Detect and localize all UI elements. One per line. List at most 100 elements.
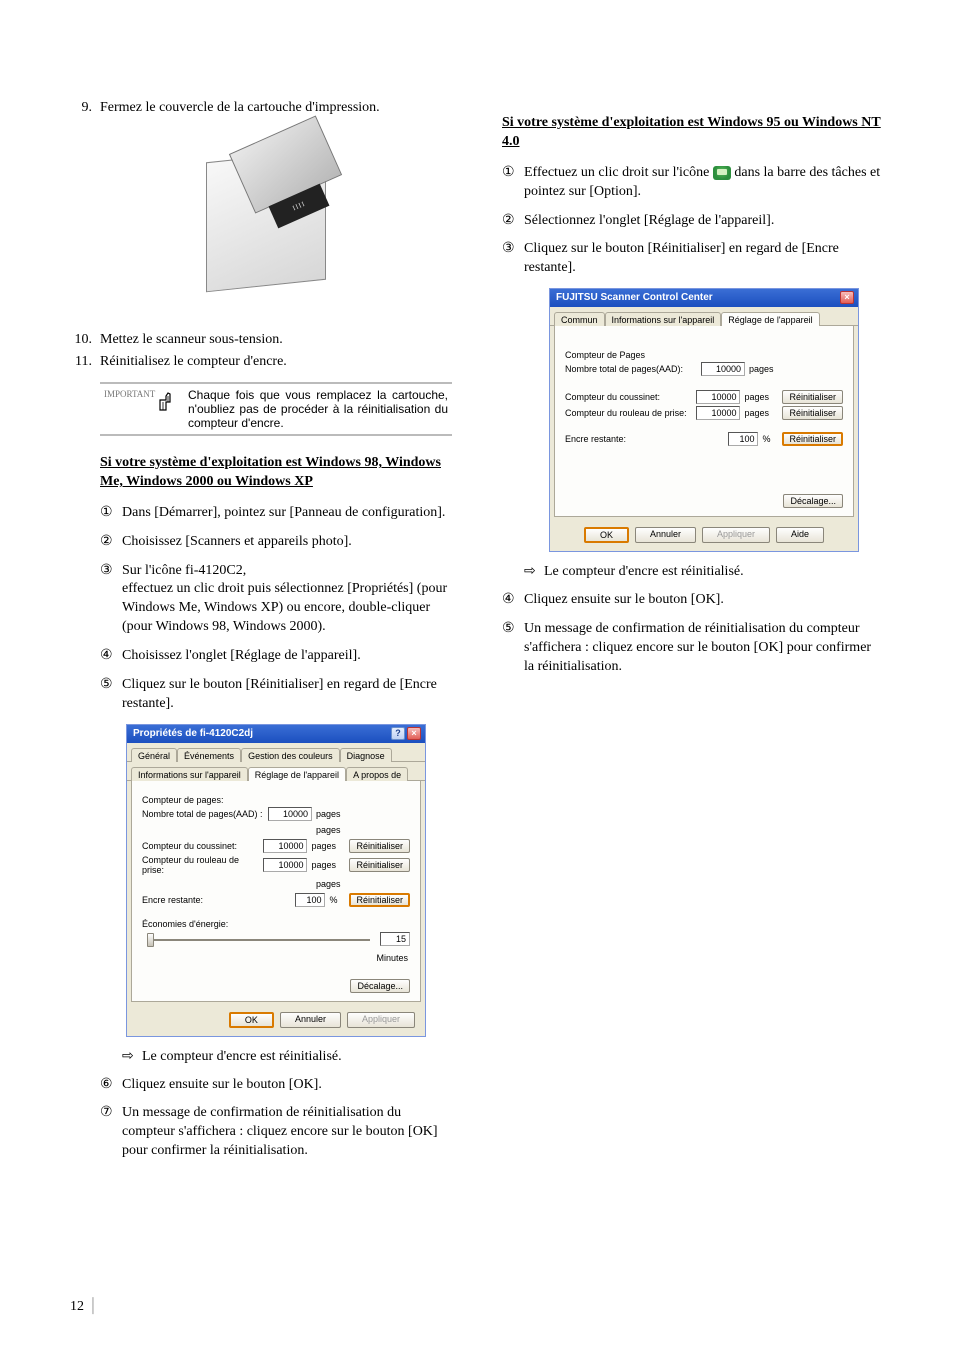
circled-text: Choisissez [Scanners et appareils photo]… (122, 533, 452, 552)
tab-device-settings[interactable]: Réglage de l'appareil (248, 767, 346, 781)
row-label: Compteur du coussinet: (565, 392, 692, 402)
tab-about[interactable]: A propos de (346, 767, 408, 781)
tab-diagnose[interactable]: Diagnose (340, 748, 392, 762)
result-text: Le compteur d'encre est réinitialisé. (544, 564, 744, 581)
circled-marker: ⑤ (100, 676, 122, 714)
pad-counter-row: Compteur du coussinet: 10000 pages Réini… (142, 839, 410, 853)
os-heading-win98: Si votre système d'exploitation est Wind… (100, 454, 452, 492)
tab-events[interactable]: Événements (177, 748, 241, 762)
properties-dialog: Propriétés de fi-4120C2dj ? × Général Év… (126, 724, 426, 1037)
pickroller-value: 10000 (263, 858, 307, 872)
step-number: 11. (70, 354, 100, 370)
cancel-button[interactable]: Annuler (280, 1012, 341, 1028)
circled-marker: ② (502, 212, 524, 231)
offset-button[interactable]: Décalage... (783, 494, 843, 508)
titlebar: Propriétés de fi-4120C2dj ? × (127, 725, 425, 743)
scanner-illustration: IIII (70, 126, 452, 316)
circled-marker: ⑦ (100, 1104, 122, 1161)
energy-slider[interactable]: 15 (142, 931, 410, 949)
result-text: Le compteur d'encre est réinitialisé. (142, 1049, 342, 1066)
result-line: ⇨ Le compteur d'encre est réinitialisé. (524, 564, 884, 581)
unit-label: pages (311, 841, 345, 851)
close-window-button[interactable]: × (840, 291, 854, 304)
unit-label: % (762, 434, 778, 444)
help-window-button[interactable]: ? (391, 727, 405, 740)
tab-general[interactable]: Général (131, 748, 177, 762)
unit-label: pages (744, 392, 778, 402)
circled-text: Choisissez l'onglet [Réglage de l'appare… (122, 647, 452, 666)
reset-pad-button[interactable]: Réinitialiser (349, 839, 410, 853)
circled-marker: ⑥ (100, 1076, 122, 1095)
circled-step-5: ⑤ Cliquez sur le bouton [Réinitialiser] … (100, 676, 452, 714)
total-pages-row: Nombre total de pages(AAD) : 10000 pages (142, 807, 410, 821)
circled-text: Sur l'icône fi-4120C2, effectuez un clic… (122, 562, 452, 638)
row-label: Compteur du rouleau de prise: (142, 855, 259, 875)
ok-button[interactable]: OK (229, 1012, 274, 1028)
reset-ink-button[interactable]: Réinitialiser (349, 893, 410, 907)
win98-steps-continued: ⑥ Cliquez ensuite sur le bouton [OK]. ⑦ … (70, 1076, 452, 1162)
tab-device-info[interactable]: Informations sur l'appareil (605, 312, 722, 326)
pointing-hand-icon (157, 388, 187, 414)
circled-text: Dans [Démarrer], pointez sur [Panneau de… (122, 504, 452, 523)
tab-row-2: Informations sur l'appareil Réglage de l… (127, 762, 425, 781)
step-text: Mettez le scanneur sous-tension. (100, 332, 452, 348)
ink-remaining-row: Encre restante: 100 % Réinitialiser (565, 432, 843, 446)
text-pre: Effectuez un clic droit sur l'icône (524, 165, 713, 180)
circled-text: Cliquez sur le bouton [Réinitialiser] en… (122, 676, 452, 714)
pages-counter-group-label: Compteur de pages: (142, 795, 410, 805)
reset-pickroller-button[interactable]: Réinitialiser (782, 406, 843, 420)
page-number-separator: │ (88, 1299, 98, 1314)
apply-button: Appliquer (702, 527, 770, 543)
win98-steps: ① Dans [Démarrer], pointez sur [Panneau … (70, 504, 452, 714)
circled-text: Cliquez ensuite sur le bouton [OK]. (524, 591, 884, 610)
control-center-dialog: FUJITSU Scanner Control Center × Commun … (549, 288, 859, 552)
pad-value: 10000 (696, 390, 740, 404)
tab-device-settings[interactable]: Réglage de l'appareil (721, 312, 819, 326)
ordered-steps: 9. Fermez le couvercle de la cartouche d… (70, 100, 452, 116)
close-window-button[interactable]: × (407, 727, 421, 740)
reset-pickroller-button[interactable]: Réinitialiser (349, 858, 410, 872)
step-text: Fermez le couvercle de la cartouche d'im… (100, 100, 452, 116)
tab-common[interactable]: Commun (554, 312, 605, 326)
unit-label: % (329, 895, 345, 905)
tab-device-info[interactable]: Informations sur l'appareil (131, 767, 248, 781)
important-text: Chaque fois que vous remplacez la cartou… (188, 388, 448, 430)
step-9: 9. Fermez le couvercle de la cartouche d… (70, 100, 452, 116)
cancel-button[interactable]: Annuler (635, 527, 696, 543)
tab-panel: Compteur de Pages Nombre total de pages(… (554, 326, 854, 517)
pad-value: 10000 (263, 839, 307, 853)
circled-step-1: ① Effectuez un clic droit sur l'icône da… (502, 164, 884, 202)
pick-roller-row: Compteur du rouleau de prise: 10000 page… (565, 406, 843, 420)
row-label: Encre restante: (565, 434, 724, 444)
reset-pad-button[interactable]: Réinitialiser (782, 390, 843, 404)
empty-row: pages (142, 823, 410, 837)
ok-button[interactable]: OK (584, 527, 629, 543)
reset-ink-button[interactable]: Réinitialiser (782, 432, 843, 446)
tab-row-1: Général Événements Gestion des couleurs … (127, 743, 425, 762)
slider-unit: Minutes (142, 953, 410, 963)
dialog-title: Propriétés de fi-4120C2dj (133, 728, 253, 739)
empty-row-2: pages (142, 877, 410, 891)
important-note: IMPORTANT Chaque fois que vous remplacez… (100, 382, 452, 436)
unit-label: pages (744, 408, 778, 418)
unit-label: pages (749, 364, 783, 374)
help-button[interactable]: Aide (776, 527, 824, 543)
offset-button[interactable]: Décalage... (350, 979, 410, 993)
result-line: ⇨ Le compteur d'encre est réinitialisé. (122, 1049, 452, 1066)
page-number-value: 12 (70, 1299, 84, 1314)
pick-roller-row: Compteur du rouleau de prise: 10000 page… (142, 855, 410, 875)
energy-group-label: Économies d'énergie: (142, 919, 410, 929)
step-number: 9. (70, 100, 100, 116)
unit-label: pages (311, 860, 345, 870)
circled-text: Cliquez ensuite sur le bouton [OK]. (122, 1076, 452, 1095)
result-arrow-icon: ⇨ (524, 564, 544, 581)
circled-step-6: ⑥ Cliquez ensuite sur le bouton [OK]. (100, 1076, 452, 1095)
row-label: Nombre total de pages(AAD) : (142, 809, 264, 819)
ink-remaining-row: Encre restante: 100 % Réinitialiser (142, 893, 410, 907)
circled-marker: ① (100, 504, 122, 523)
unit-label: pages (316, 879, 350, 889)
step-11: 11. Réinitialisez le compteur d'encre. (70, 354, 452, 370)
apply-button: Appliquer (347, 1012, 415, 1028)
os-heading-win95: Si votre système d'exploitation est Wind… (502, 114, 884, 152)
tab-color-mgmt[interactable]: Gestion des couleurs (241, 748, 340, 762)
